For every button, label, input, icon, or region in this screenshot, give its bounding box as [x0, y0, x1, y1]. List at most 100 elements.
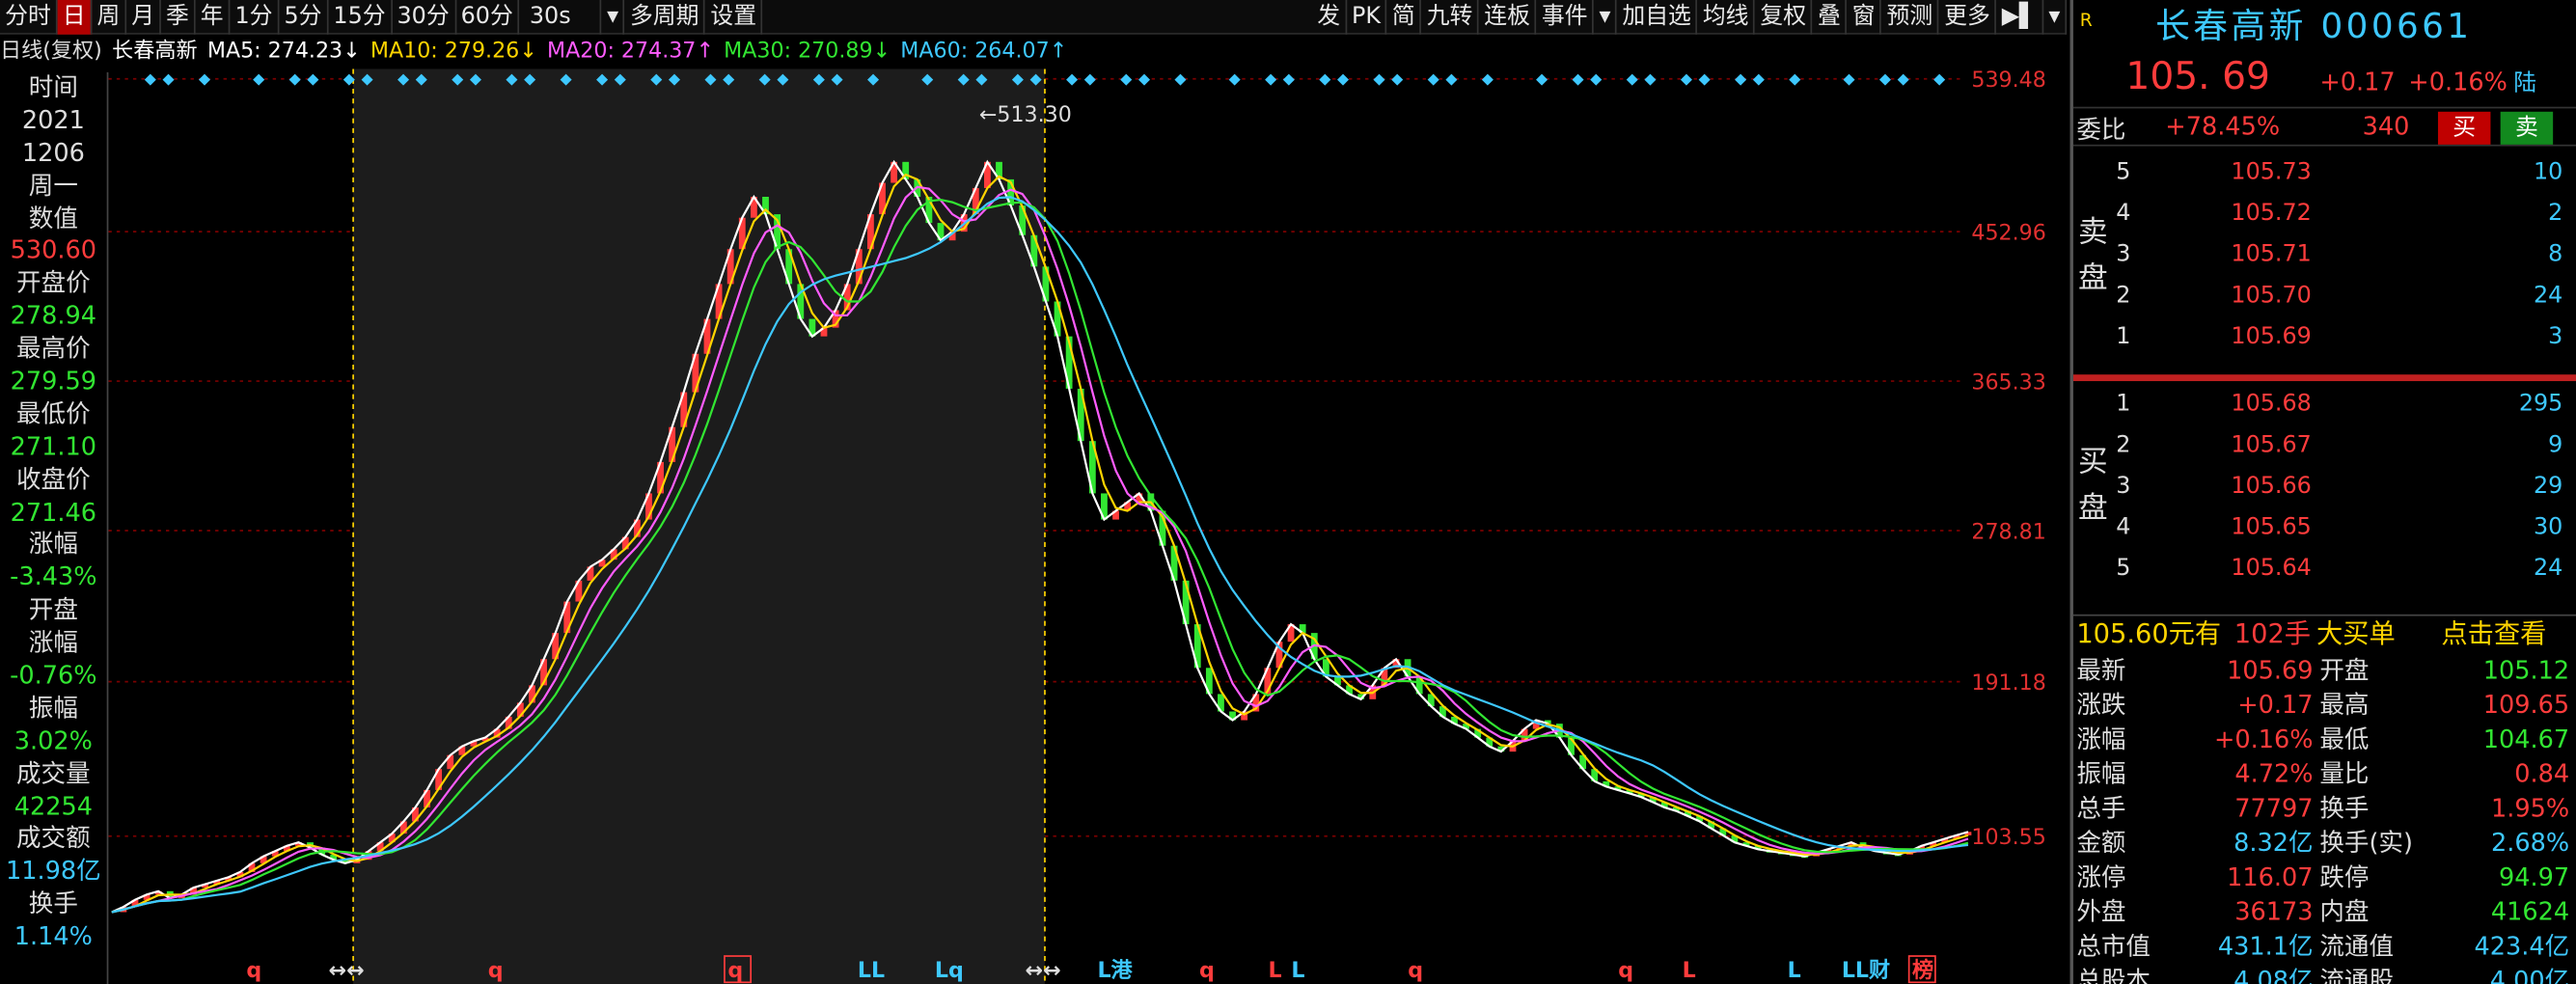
bids-row[interactable]: 2 105.67 9	[2073, 425, 2576, 467]
toolbar-right-14[interactable]: ▶▌	[1997, 0, 2044, 35]
toolbar-left-7[interactable]: 5分	[279, 0, 329, 35]
kline-chart[interactable]: ←513.30q ↔↔ q q LL Lq ↔↔ L港 q L Lq q L L LL财榜	[108, 68, 2067, 984]
toolbar-right-6[interactable]: ▾	[1594, 0, 1618, 35]
left-info-row: 271.10	[10, 431, 97, 462]
bids-row[interactable]: 3 105.66 29	[2073, 467, 2576, 508]
event-flag: Lq	[935, 958, 964, 983]
toolbar-left-1[interactable]: 日	[57, 0, 93, 35]
y-tick-label: 365.33	[1971, 370, 2046, 396]
bids-row[interactable]: 4 105.65 30	[2073, 507, 2576, 549]
stat-cell: 量比	[2319, 758, 2370, 789]
event-flag: L	[1291, 958, 1304, 983]
toolbar-left-11[interactable]: 30s	[520, 0, 602, 35]
stat-cell: 涨幅	[2076, 724, 2126, 754]
asks-cell: 105.69	[2231, 323, 2312, 350]
stat-cell: 105.12	[2482, 655, 2570, 686]
toolbar-left-3[interactable]: 月	[126, 0, 161, 35]
left-info-row: 开盘	[28, 594, 78, 625]
event-marker	[1536, 73, 1548, 86]
asks-row[interactable]: 1 105.69 3	[2073, 317, 2576, 359]
left-info-row: -0.76%	[10, 660, 97, 691]
toolbar-right-12[interactable]: 预测	[1881, 0, 1940, 35]
left-info-row: 最高价	[16, 333, 91, 364]
toolbar-left-2[interactable]: 周	[92, 0, 127, 35]
event-flag: L	[1269, 958, 1282, 983]
stat-row: 总股本 4.08亿 流通股 4.00亿	[2073, 965, 2576, 984]
toolbar-left-4[interactable]: 季	[161, 0, 196, 35]
left-info-row: -3.43%	[10, 561, 97, 592]
bids-cell: 1	[2116, 391, 2131, 418]
stat-cell: 77797	[2234, 793, 2314, 824]
toolbar-right-1[interactable]: PK	[1347, 0, 1387, 35]
toolbar-left-14[interactable]: 设置	[705, 0, 763, 35]
asks-cell: 105.73	[2231, 159, 2312, 186]
toolbar-right-3[interactable]: 九转	[1422, 0, 1480, 35]
event-flag: q	[1408, 958, 1423, 983]
toolbar-right-15[interactable]: ▾	[2043, 0, 2068, 35]
toolbar-right-10[interactable]: 叠	[1813, 0, 1848, 35]
big-order-ad[interactable]: 105.60元有 102手 大买单 点击查看	[2072, 614, 2576, 652]
stat-cell: 最低	[2319, 724, 2370, 754]
event-flag: q	[246, 958, 261, 983]
left-info-row: 271.46	[10, 497, 97, 527]
toolbar-left-5[interactable]: 年	[196, 0, 231, 35]
stat-cell: 8.32亿	[2233, 828, 2314, 858]
toolbar-left-10[interactable]: 60分	[456, 0, 520, 35]
toolbar-right-5[interactable]: 事件	[1537, 0, 1595, 35]
asks-cell: 4	[2116, 200, 2131, 227]
event-flag: q	[1199, 958, 1215, 983]
toolbar-right-7[interactable]: 加自选	[1617, 0, 1698, 35]
toolbar-right-4[interactable]: 连板	[1479, 0, 1537, 35]
left-info-row: 1.14%	[14, 921, 93, 952]
stat-cell: 总股本	[2076, 966, 2151, 984]
left-info-row: 530.60	[10, 235, 97, 265]
asks-row[interactable]: 4 105.72 2	[2073, 194, 2576, 235]
asks-row[interactable]: 3 105.71 8	[2073, 235, 2576, 277]
asks-cell: 24	[2534, 282, 2563, 310]
sell-button[interactable]: 卖	[2500, 111, 2554, 145]
bids-row[interactable]: 1 105.68 295	[2073, 384, 2576, 425]
toolbar-left-8[interactable]: 15分	[328, 0, 393, 35]
book-divider	[2072, 374, 2576, 382]
stat-cell: 振幅	[2076, 758, 2126, 789]
stat-cell: 外盘	[2076, 896, 2126, 927]
toolbar-right-13[interactable]: 更多	[1939, 0, 1997, 35]
stat-row: 外盘 36173 内盘 41624	[2073, 895, 2576, 930]
event-flag: ↔↔	[1026, 958, 1061, 983]
r-badge: R	[2079, 10, 2093, 32]
weibi-count: 340	[2362, 111, 2410, 142]
event-marker	[1282, 73, 1295, 86]
left-info-row: 数值	[28, 203, 78, 233]
ad-type: 大买单	[2316, 617, 2396, 649]
ad-link[interactable]: 点击查看	[2441, 616, 2546, 652]
bids-cell: 24	[2534, 555, 2563, 582]
toolbar-left-13[interactable]: 多周期	[625, 0, 706, 35]
weibi-row: 委比 +78.45% 340 买 卖	[2072, 106, 2576, 147]
stat-cell: 4.00亿	[2489, 966, 2570, 984]
toolbar-right-11[interactable]: 窗	[1848, 0, 1882, 35]
event-marker	[1933, 73, 1946, 86]
event-marker	[1319, 73, 1331, 86]
toolbar-left-6[interactable]: 1分	[230, 0, 280, 35]
asks-row[interactable]: 2 105.70 24	[2073, 276, 2576, 317]
event-marker	[1427, 73, 1439, 86]
toolbar-right-9[interactable]: 复权	[1755, 0, 1813, 35]
toolbar-right-2[interactable]: 简	[1387, 0, 1422, 35]
bids-row[interactable]: 5 105.64 24	[2073, 549, 2576, 590]
toolbar-left-0[interactable]: 分时	[0, 0, 58, 35]
toolbar-left-9[interactable]: 30分	[392, 0, 456, 35]
bids-cell: 105.68	[2231, 391, 2312, 418]
event-marker	[253, 73, 265, 86]
buy-button[interactable]: 买	[2437, 111, 2491, 145]
quote-panel: R 长春高新 000661 105. 69 +0.17 +0.16% 陆 委比 …	[2069, 0, 2576, 984]
stat-cell: 跌停	[2319, 861, 2370, 892]
period-label[interactable]: 日线(复权)	[0, 40, 102, 65]
stat-cell: 换手(实)	[2319, 828, 2413, 858]
toolbar-right-0[interactable]: 发	[1312, 0, 1347, 35]
asks-row[interactable]: 5 105.73 10	[2073, 152, 2576, 194]
stat-row: 振幅 4.72% 量比 0.84	[2073, 757, 2576, 792]
asks-cell: 2	[2116, 282, 2131, 310]
toolbar-right-8[interactable]: 均线	[1698, 0, 1756, 35]
toolbar-left-12[interactable]: ▾	[602, 0, 625, 35]
event-marker	[1878, 73, 1891, 86]
